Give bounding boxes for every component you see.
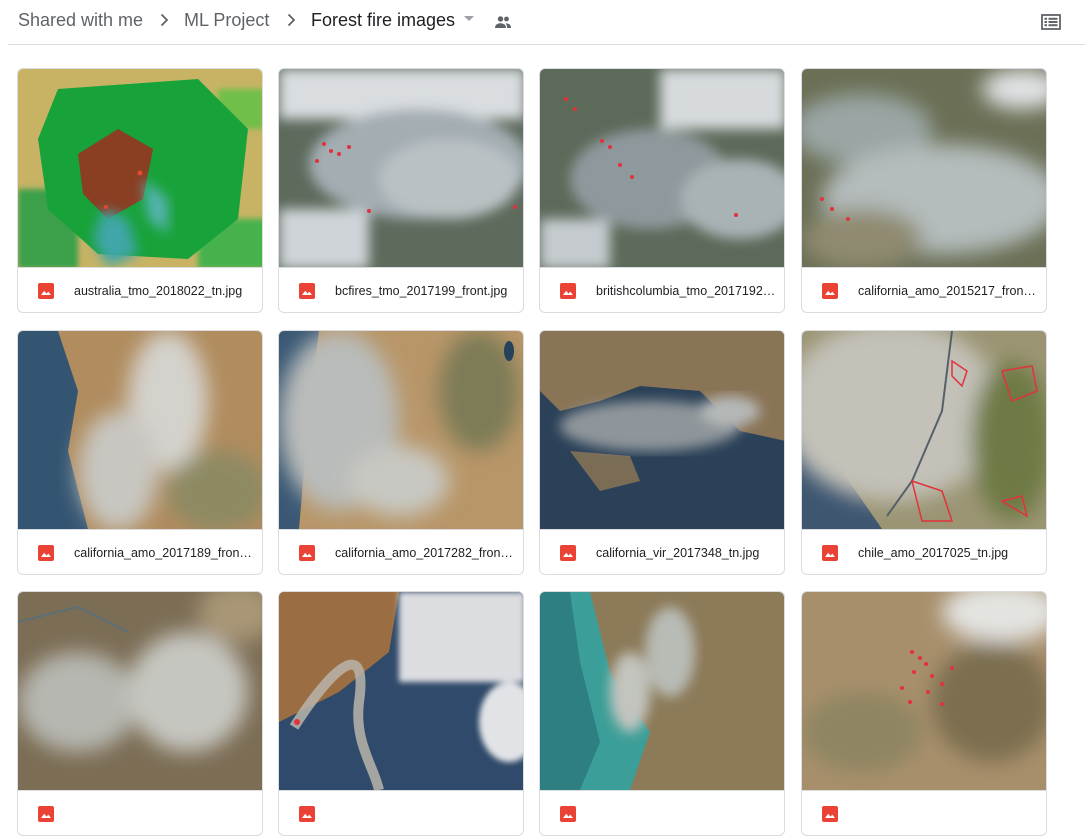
breadcrumb: Shared with me ML Project Forest fire im… bbox=[0, 0, 1085, 44]
file-card-footer: chile_amo_2017025_tn.jpg bbox=[802, 529, 1046, 574]
file-name: california_amo_2017189_front.jpg bbox=[74, 546, 254, 560]
file-card[interactable]: britishcolumbia_tmo_2017192_front.jpg bbox=[539, 68, 785, 313]
image-file-icon bbox=[560, 545, 576, 561]
file-thumbnail bbox=[540, 69, 784, 267]
file-card[interactable]: california_amo_2015217_front.jpg bbox=[801, 68, 1047, 313]
file-name: bcfires_tmo_2017199_front.jpg bbox=[335, 284, 508, 298]
file-card[interactable] bbox=[278, 591, 524, 836]
file-card[interactable]: california_amo_2017282_front.jpg bbox=[278, 330, 524, 575]
chevron-right-icon bbox=[287, 13, 296, 27]
image-file-icon bbox=[299, 283, 315, 299]
file-card[interactable] bbox=[539, 591, 785, 836]
file-card-footer: california_vir_2017348_tn.jpg bbox=[540, 529, 784, 574]
file-card[interactable]: california_vir_2017348_tn.jpg bbox=[539, 330, 785, 575]
header-divider bbox=[8, 44, 1085, 45]
file-card[interactable]: california_amo_2017189_front.jpg bbox=[17, 330, 263, 575]
image-file-icon bbox=[822, 545, 838, 561]
chevron-right-icon bbox=[160, 13, 169, 27]
file-card-footer: bcfires_tmo_2017199_front.jpg bbox=[279, 267, 523, 312]
file-name: california_amo_2015217_front.jpg bbox=[858, 284, 1038, 298]
image-file-icon bbox=[299, 806, 315, 822]
file-card[interactable]: bcfires_tmo_2017199_front.jpg bbox=[278, 68, 524, 313]
file-card-footer bbox=[279, 790, 523, 835]
file-thumbnail bbox=[18, 592, 262, 790]
file-card[interactable] bbox=[801, 591, 1047, 836]
list-view-icon[interactable] bbox=[1040, 12, 1062, 32]
file-card[interactable] bbox=[17, 591, 263, 836]
image-file-icon bbox=[822, 806, 838, 822]
file-card[interactable]: chile_amo_2017025_tn.jpg bbox=[801, 330, 1047, 575]
file-name: chile_amo_2017025_tn.jpg bbox=[858, 546, 1009, 560]
file-thumbnail bbox=[540, 592, 784, 790]
file-card-footer bbox=[18, 790, 262, 835]
image-file-icon bbox=[560, 806, 576, 822]
file-thumbnail bbox=[802, 592, 1046, 790]
file-card-footer bbox=[540, 790, 784, 835]
image-file-icon bbox=[299, 545, 315, 561]
folder-menu-dropdown-icon[interactable] bbox=[464, 16, 474, 21]
file-thumbnail bbox=[279, 592, 523, 790]
file-thumbnail bbox=[279, 69, 523, 267]
file-card-footer: britishcolumbia_tmo_2017192_front.jpg bbox=[540, 267, 784, 312]
file-name: california_vir_2017348_tn.jpg bbox=[596, 546, 760, 560]
image-file-icon bbox=[38, 283, 54, 299]
file-card-footer: australia_tmo_2018022_tn.jpg bbox=[18, 267, 262, 312]
file-card-footer bbox=[802, 790, 1046, 835]
file-name: australia_tmo_2018022_tn.jpg bbox=[74, 284, 243, 298]
file-thumbnail bbox=[540, 331, 784, 529]
people-icon[interactable] bbox=[494, 14, 512, 30]
file-thumbnail bbox=[279, 331, 523, 529]
file-thumbnail bbox=[802, 331, 1046, 529]
file-card-footer: california_amo_2015217_front.jpg bbox=[802, 267, 1046, 312]
breadcrumb-current-folder[interactable]: Forest fire images bbox=[311, 9, 455, 31]
file-card-footer: california_amo_2017189_front.jpg bbox=[18, 529, 262, 574]
file-thumbnail bbox=[802, 69, 1046, 267]
breadcrumb-ml-project[interactable]: ML Project bbox=[184, 9, 269, 31]
file-thumbnail bbox=[18, 69, 262, 267]
file-card-footer: california_amo_2017282_front.jpg bbox=[279, 529, 523, 574]
image-file-icon bbox=[38, 545, 54, 561]
image-file-icon bbox=[38, 806, 54, 822]
image-file-icon bbox=[560, 283, 576, 299]
breadcrumb-shared-with-me[interactable]: Shared with me bbox=[18, 9, 143, 31]
file-card[interactable]: australia_tmo_2018022_tn.jpg bbox=[17, 68, 263, 313]
file-thumbnail bbox=[18, 331, 262, 529]
image-file-icon bbox=[822, 283, 838, 299]
file-name: britishcolumbia_tmo_2017192_front.jpg bbox=[596, 284, 776, 298]
file-name: california_amo_2017282_front.jpg bbox=[335, 546, 515, 560]
